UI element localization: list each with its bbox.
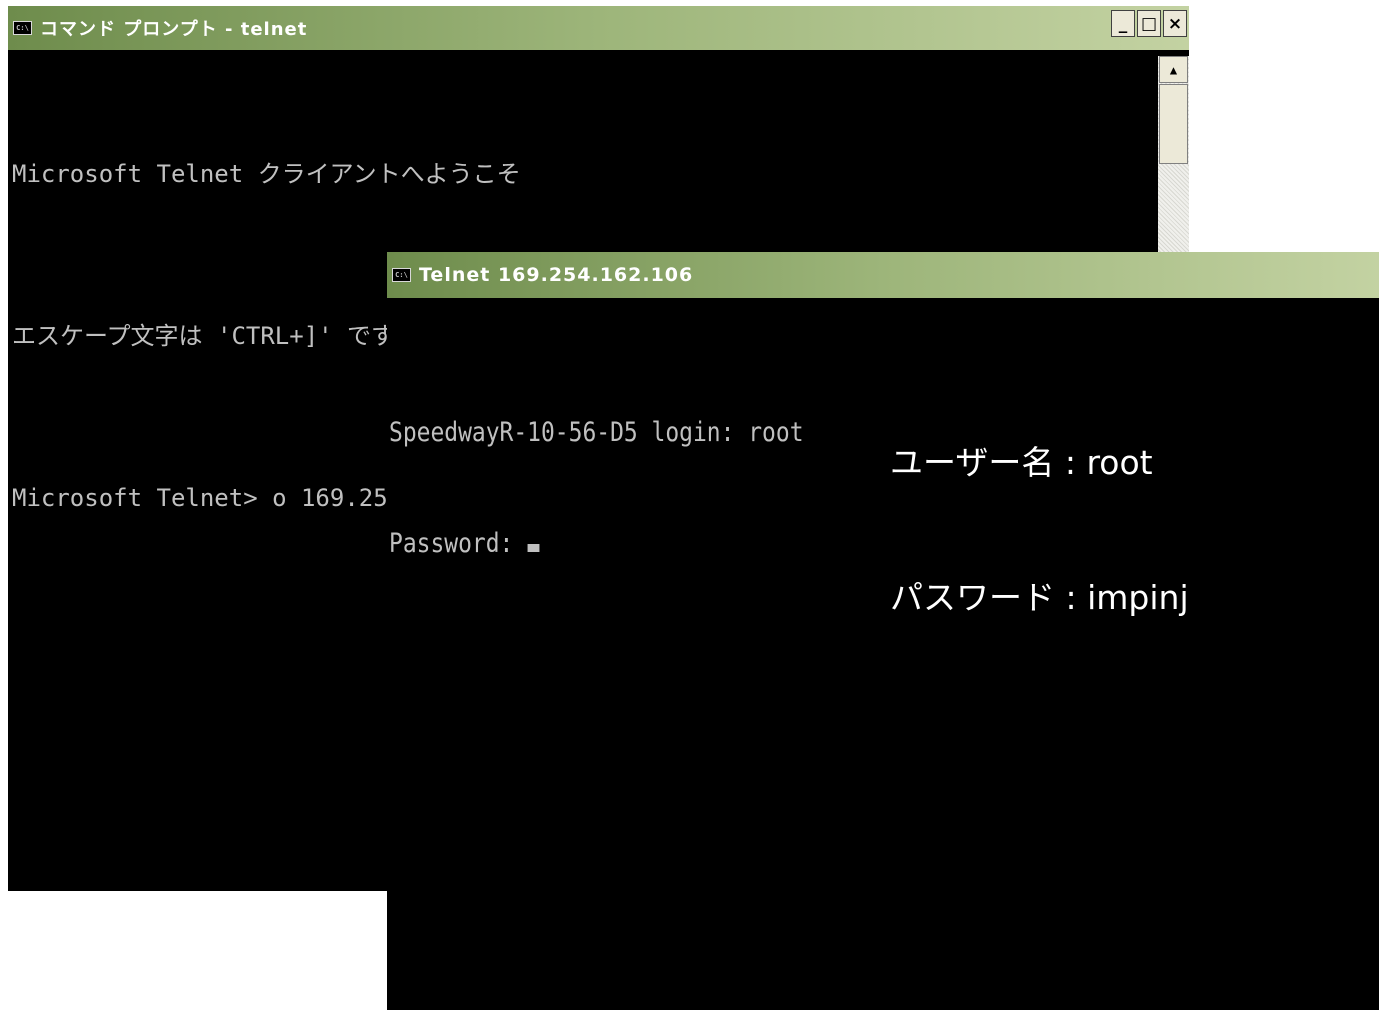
window-title: Telnet 169.254.162.106	[419, 264, 694, 286]
username-note: ユーザー名 : root	[890, 443, 1153, 482]
close-button[interactable]: ×	[1163, 10, 1187, 37]
text-cursor	[527, 544, 540, 552]
console-line: Password:	[389, 525, 804, 562]
telnet-window: C:\ Telnet 169.254.162.106 SpeedwayR-10-…	[387, 252, 1379, 1010]
window-controls: _ □ ×	[1111, 10, 1187, 37]
console-line-text: Password:	[389, 528, 528, 559]
window-title: コマンド プロンプト - telnet	[40, 19, 308, 40]
password-note: パスワード : impinj	[890, 578, 1189, 617]
credentials-annotation: ユーザー名 : root パスワード : impinj	[890, 350, 1189, 710]
console-icon: C:\	[392, 268, 411, 282]
console-line: Microsoft Telnet クライアントへようこそ	[12, 160, 521, 188]
console-line: SpeedwayR-10-56-D5 login: root	[389, 417, 804, 448]
scroll-thumb[interactable]	[1159, 84, 1188, 164]
maximize-button[interactable]: □	[1137, 10, 1161, 37]
console-icon: C:\	[13, 21, 32, 35]
minimize-button[interactable]: _	[1111, 10, 1135, 37]
scroll-up-icon[interactable]: ▲	[1159, 56, 1188, 83]
telnet-titlebar[interactable]: C:\ Telnet 169.254.162.106	[387, 252, 1379, 298]
telnet-console-output[interactable]: SpeedwayR-10-56-D5 login: root Password:	[389, 340, 804, 636]
